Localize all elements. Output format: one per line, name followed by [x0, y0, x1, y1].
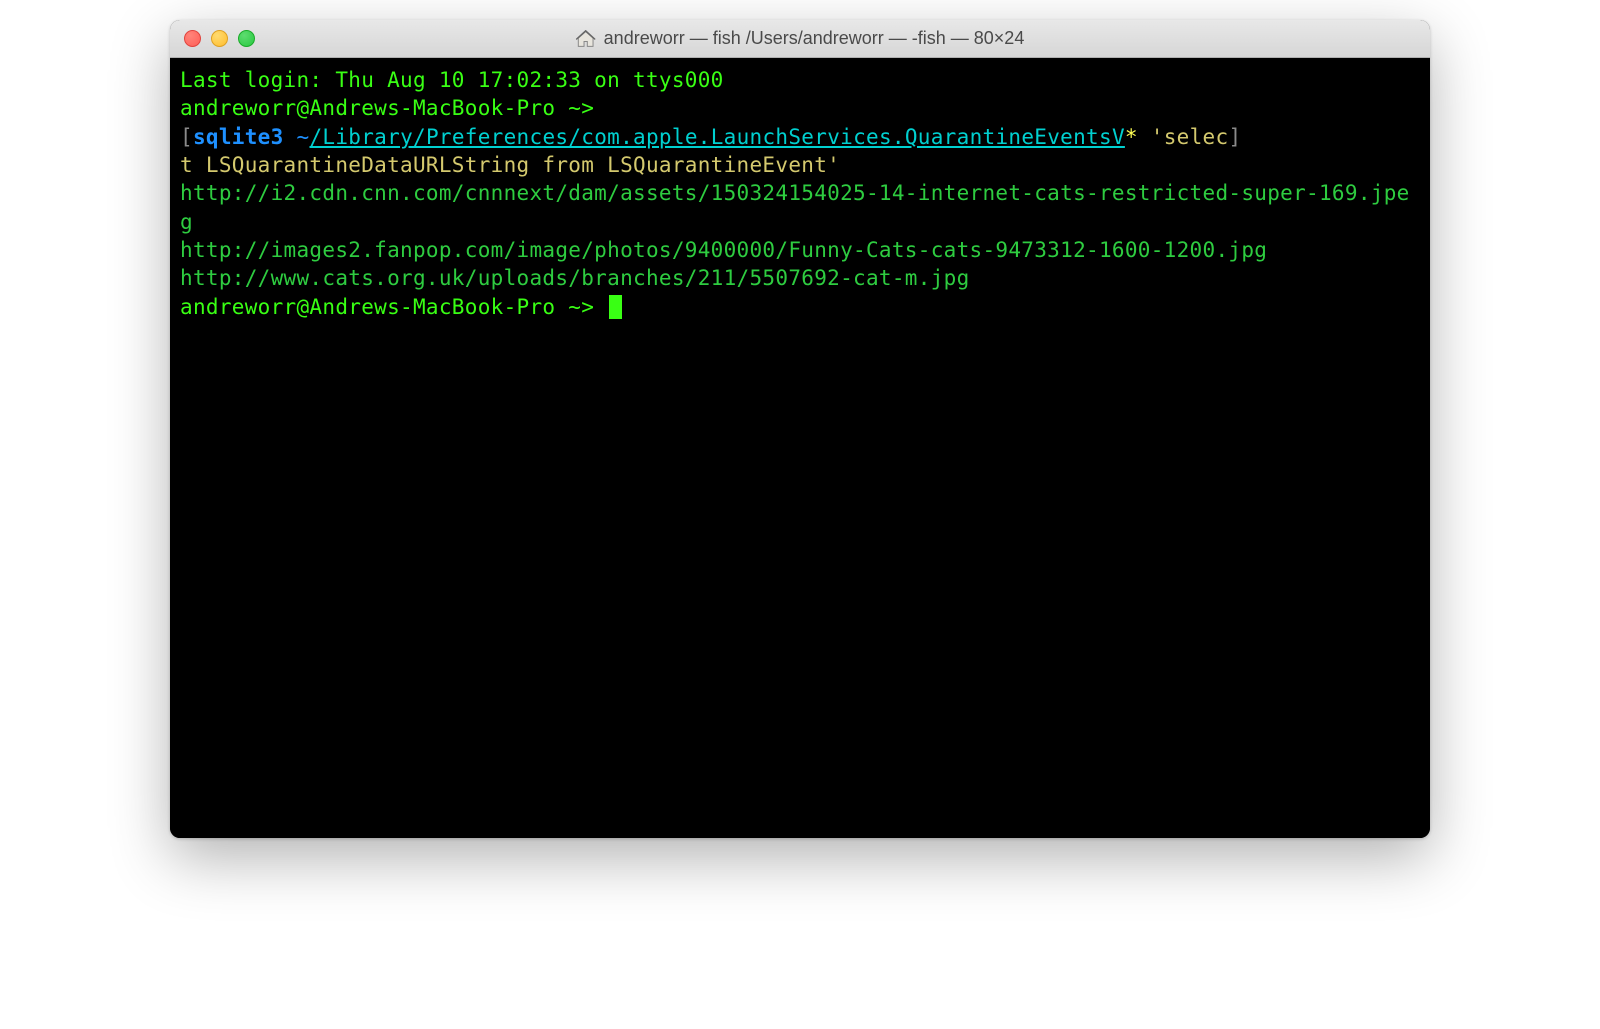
maximize-button[interactable] — [238, 30, 255, 47]
output-line-1: http://i2.cdn.cnn.com/cnnnext/dam/assets… — [180, 181, 1410, 233]
command-path: /Library/Preferences/com.apple.LaunchSer… — [309, 125, 1124, 149]
home-icon — [576, 30, 596, 48]
command-sqlite: sqlite3 — [193, 125, 284, 149]
terminal-window: andreworr — fish /Users/andreworr — -fis… — [170, 20, 1430, 838]
traffic-lights — [184, 30, 255, 47]
bracket-open: [ — [180, 125, 193, 149]
terminal-body[interactable]: Last login: Thu Aug 10 17:02:33 on ttys0… — [170, 58, 1430, 838]
window-titlebar[interactable]: andreworr — fish /Users/andreworr — -fis… — [170, 20, 1430, 58]
command-query-1: 'selec — [1138, 125, 1229, 149]
cursor — [609, 295, 622, 319]
prompt-line-1: andreworr@Andrews-MacBook-Pro ~> — [180, 96, 594, 120]
command-query-2: t LSQuarantineDataURLString from LSQuara… — [180, 153, 840, 177]
minimize-button[interactable] — [211, 30, 228, 47]
output-line-3: http://www.cats.org.uk/uploads/branches/… — [180, 266, 970, 290]
prompt-line-2: andreworr@Andrews-MacBook-Pro ~> — [180, 295, 607, 319]
last-login-line: Last login: Thu Aug 10 17:02:33 on ttys0… — [180, 68, 724, 92]
window-title: andreworr — fish /Users/andreworr — -fis… — [576, 28, 1025, 49]
command-tilde: ~ — [297, 125, 310, 149]
output-line-2: http://images2.fanpop.com/image/photos/9… — [180, 238, 1267, 262]
window-title-text: andreworr — fish /Users/andreworr — -fis… — [604, 28, 1025, 49]
close-button[interactable] — [184, 30, 201, 47]
bracket-close: ] — [1228, 125, 1241, 149]
command-glob: * — [1125, 125, 1138, 149]
